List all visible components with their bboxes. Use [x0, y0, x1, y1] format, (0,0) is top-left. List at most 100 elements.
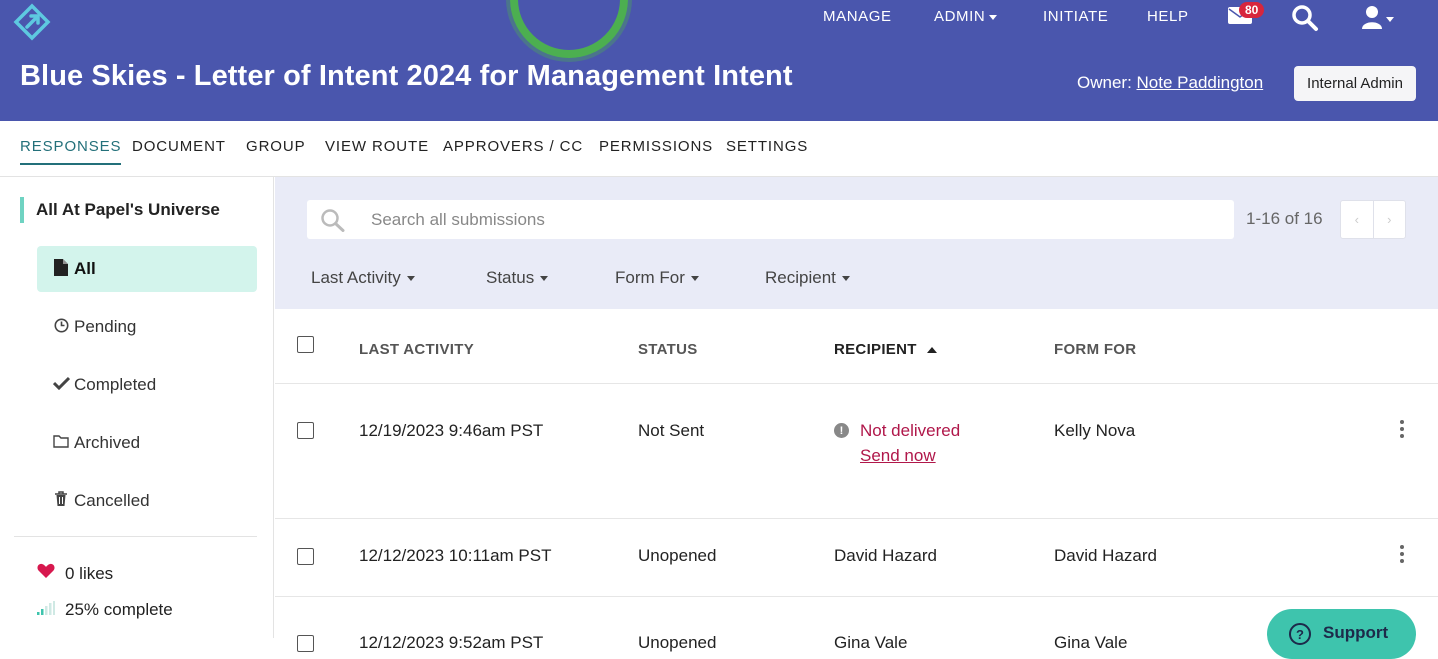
cell-status: Unopened: [638, 546, 717, 565]
filter-form-for[interactable]: Form For: [615, 268, 699, 288]
search-icon: [321, 209, 345, 232]
search-box: [307, 200, 1234, 239]
column-label: RECIPIENT: [834, 341, 917, 358]
chevron-down-icon: [989, 14, 998, 20]
progress-stat: 25% complete: [37, 600, 173, 620]
app-logo-icon[interactable]: [12, 2, 52, 42]
cell-form-for: Gina Vale: [1054, 633, 1128, 652]
trash-icon: [53, 491, 69, 511]
pagination-buttons: ‹ ›: [1340, 200, 1406, 239]
internal-admin-button[interactable]: Internal Admin: [1294, 66, 1416, 101]
folder-icon: [53, 434, 69, 452]
tab-document[interactable]: DOCUMENT: [132, 138, 226, 155]
page-title: Blue Skies - Letter of Intent 2024 for M…: [20, 60, 793, 92]
filter-recipient[interactable]: Recipient: [765, 268, 850, 288]
help-circle-icon: ?: [1289, 623, 1311, 645]
sidebar-item-label: Completed: [74, 375, 157, 394]
sidebar-item-pending[interactable]: Pending: [37, 304, 257, 350]
select-all-checkbox[interactable]: [297, 336, 314, 353]
sidebar-item-completed[interactable]: Completed: [37, 362, 257, 408]
prev-page-button[interactable]: ‹: [1341, 201, 1374, 238]
chevron-down-icon: [841, 276, 850, 282]
nav-admin-label: ADMIN: [934, 8, 986, 25]
sidebar-item-label: Cancelled: [74, 491, 150, 510]
sidebar-item-label: Archived: [74, 433, 141, 452]
loading-ring-icon: [510, 0, 628, 58]
signal-bars-icon: [37, 600, 55, 620]
tab-view-route[interactable]: VIEW ROUTE: [325, 138, 429, 155]
filter-last-activity[interactable]: Last Activity: [311, 268, 415, 288]
cell-status: Not Sent: [638, 421, 705, 440]
sidebar-item-all[interactable]: All: [37, 246, 257, 292]
nav-help[interactable]: HELP: [1147, 8, 1189, 25]
sidebar: All At Papel's Universe All Pending Comp…: [0, 177, 274, 638]
owner-label: Owner:: [1077, 73, 1132, 92]
sidebar-item-archived[interactable]: Archived: [37, 420, 257, 466]
nav-initiate[interactable]: INITIATE: [1043, 8, 1108, 25]
row-checkbox[interactable]: [297, 422, 314, 439]
sidebar-divider: [14, 536, 257, 537]
submissions-table: LAST ACTIVITY STATUS RECIPIENT FORM FOR …: [275, 309, 1438, 652]
app-header: MANAGE ADMIN INITIATE HELP 80 Blue Skies…: [0, 0, 1438, 121]
tab-approvers-cc[interactable]: APPROVERS / CC: [443, 138, 583, 155]
likes-count: 0 likes: [65, 563, 114, 583]
filter-status[interactable]: Status: [486, 268, 549, 288]
cell-recipient: David Hazard: [834, 546, 937, 565]
row-checkbox[interactable]: [297, 548, 314, 565]
column-form-for[interactable]: FORM FOR: [1054, 341, 1136, 358]
owner-link[interactable]: Note Paddington: [1137, 73, 1264, 92]
search-icon[interactable]: [1291, 4, 1319, 32]
owner-info: Owner: Note Paddington: [1077, 73, 1263, 93]
nav-admin[interactable]: ADMIN: [934, 8, 998, 25]
cell-form-for: David Hazard: [1054, 546, 1157, 565]
pagination-count: 1-16 of 16: [1246, 209, 1323, 228]
table-row[interactable]: 12/12/2023 10:11am PST Unopened David Ha…: [275, 519, 1438, 597]
check-icon: [52, 376, 71, 394]
filter-label: Status: [486, 268, 535, 287]
chevron-down-icon: [690, 276, 699, 282]
send-now-link[interactable]: Send now: [860, 446, 936, 466]
table-row[interactable]: 12/19/2023 9:46am PST Not Sent ! Not del…: [275, 384, 1438, 519]
sort-ascending-icon: [926, 347, 937, 354]
alert-icon: !: [834, 423, 849, 438]
cell-last-activity: 12/12/2023 10:11am PST: [359, 546, 552, 565]
column-status[interactable]: STATUS: [638, 341, 698, 358]
likes-stat: 0 likes: [37, 563, 113, 584]
mail-count-badge: 80: [1239, 2, 1265, 18]
table-header: LAST ACTIVITY STATUS RECIPIENT FORM FOR: [275, 309, 1438, 384]
filter-label: Last Activity: [311, 268, 401, 287]
row-menu-icon[interactable]: [1399, 420, 1405, 438]
cell-last-activity: 12/12/2023 9:52am PST: [359, 633, 544, 652]
user-menu-icon[interactable]: [1361, 4, 1397, 32]
column-recipient[interactable]: RECIPIENT: [834, 341, 937, 358]
nav-manage[interactable]: MANAGE: [823, 8, 892, 25]
filter-label: Form For: [615, 268, 685, 287]
support-button[interactable]: ? Support: [1267, 609, 1416, 659]
filter-label: Recipient: [765, 268, 836, 287]
file-icon: [53, 258, 69, 280]
cell-form-for: Kelly Nova: [1054, 421, 1136, 440]
search-input[interactable]: [371, 200, 1211, 239]
cell-last-activity: 12/19/2023 9:46am PST: [359, 421, 544, 440]
completion-percent: 25% complete: [65, 600, 173, 619]
sidebar-item-label: All: [74, 259, 96, 278]
sidebar-item-cancelled[interactable]: Cancelled: [37, 478, 257, 524]
tab-responses[interactable]: RESPONSES: [20, 138, 122, 165]
tab-settings[interactable]: SETTINGS: [726, 138, 808, 155]
support-label: Support: [1323, 623, 1389, 642]
cell-recipient-error: Not delivered: [860, 421, 961, 440]
next-page-button[interactable]: ›: [1374, 201, 1406, 238]
sidebar-item-label: Pending: [74, 317, 137, 336]
cell-recipient: Gina Vale: [834, 633, 908, 652]
table-row[interactable]: 12/12/2023 9:52am PST Unopened Gina Vale…: [275, 597, 1438, 657]
clock-icon: [53, 318, 69, 337]
chevron-down-icon: [540, 276, 549, 282]
tab-group[interactable]: GROUP: [246, 138, 306, 155]
chevron-down-icon: [406, 276, 415, 282]
tab-permissions[interactable]: PERMISSIONS: [599, 138, 713, 155]
cell-status: Unopened: [638, 633, 717, 652]
tab-bar: RESPONSES DOCUMENT GROUP VIEW ROUTE APPR…: [0, 121, 1438, 177]
row-menu-icon[interactable]: [1399, 545, 1405, 563]
column-last-activity[interactable]: LAST ACTIVITY: [359, 341, 474, 358]
heart-icon[interactable]: [37, 563, 55, 584]
